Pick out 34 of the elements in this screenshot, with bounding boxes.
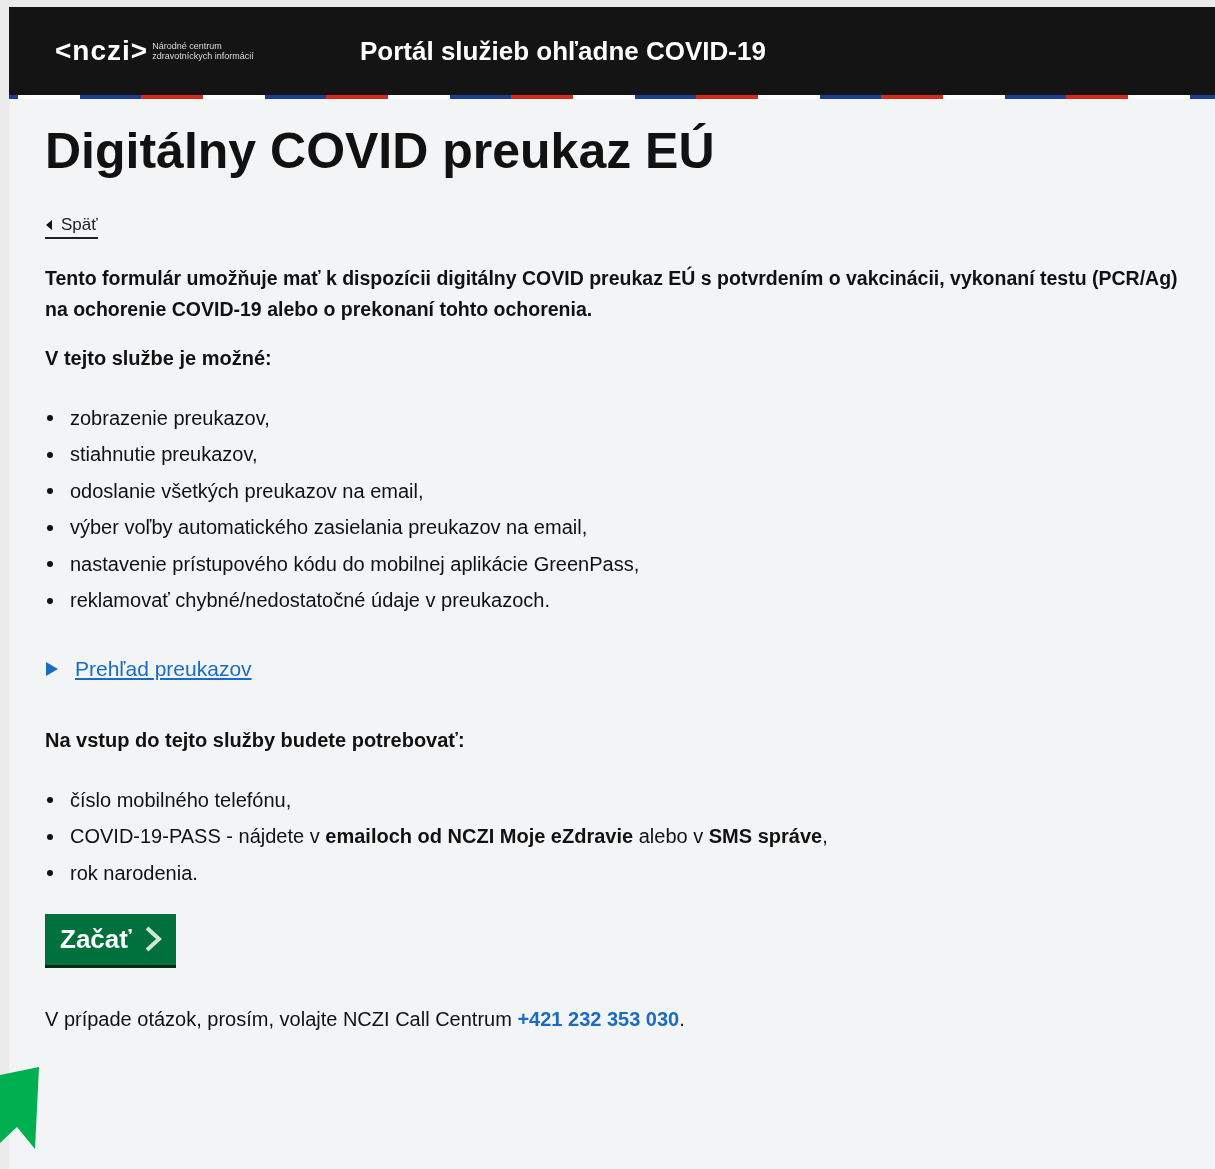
overview-link[interactable]: Prehľad preukazov — [75, 657, 252, 681]
bullet-icon — [47, 561, 53, 568]
page-title: Digitálny COVID preukaz EÚ — [45, 122, 716, 181]
back-arrow-icon — [45, 220, 53, 230]
contact-text: V prípade otázok, prosím, volajte NCZI Call Centrum +421 232 353 030. — [45, 1007, 686, 1031]
bullet-icon — [47, 415, 53, 422]
list-item: reklamovať chybné/nedostatočné údaje v preukazoch. — [70, 589, 551, 613]
chevron-right-icon — [143, 926, 162, 952]
logo[interactable]: <nczi> — [55, 35, 149, 67]
start-button[interactable]: Začať — [45, 913, 176, 968]
section-heading: V tejto službe je možné: — [45, 347, 273, 370]
list-item: COVID-19-PASS - nájdete v emailoch od NCZI Moje eZdravie alebo v SMS správe, — [70, 825, 828, 849]
list-item: stiahnutie preukazov, — [70, 443, 258, 467]
phone-link[interactable]: +421 232 353 030 — [517, 1007, 680, 1030]
list-item: odoslanie všetkých preukazov na email, — [70, 479, 424, 503]
bullet-icon — [47, 833, 53, 840]
list-item: nastavenie prístupového kódu do mobilnej aplikácie GreenPass, — [70, 552, 640, 576]
bullet-icon — [47, 870, 53, 877]
list-item: rok narodenia. — [70, 861, 198, 885]
section-heading: Na vstup do tejto služby budete potrebovať: — [45, 729, 466, 752]
bookmark-ribbon-icon — [0, 1067, 40, 1149]
disclosure-triangle-icon[interactable] — [45, 661, 59, 677]
list-item: zobrazenie preukazov, — [70, 406, 270, 430]
portal-title: Portál služieb ohľadne COVID-19 — [360, 35, 766, 67]
back-link[interactable]: Späť — [45, 215, 98, 239]
bullet-icon — [47, 451, 53, 458]
bullet-icon — [47, 524, 53, 531]
bullet-icon — [47, 797, 53, 804]
list-item: výber voľby automatického zasielania preukazov na email, — [70, 516, 588, 540]
bullet-icon — [47, 597, 53, 604]
intro-text: Tento formulár umožňuje mať k dispozícii digitálny COVID preukaz EÚ s potvrdením o vakcinácii, vykonaní testu (PCR/Ag) na ochorenie COVID-19 alebo o prekonaní tohto ochorenia. — [45, 265, 1179, 322]
logo-subtitle: Národné centrum zdravotníckych informácií — [152, 41, 255, 61]
list-item: číslo mobilného telefónu, — [70, 788, 292, 812]
bullet-icon — [47, 488, 53, 495]
